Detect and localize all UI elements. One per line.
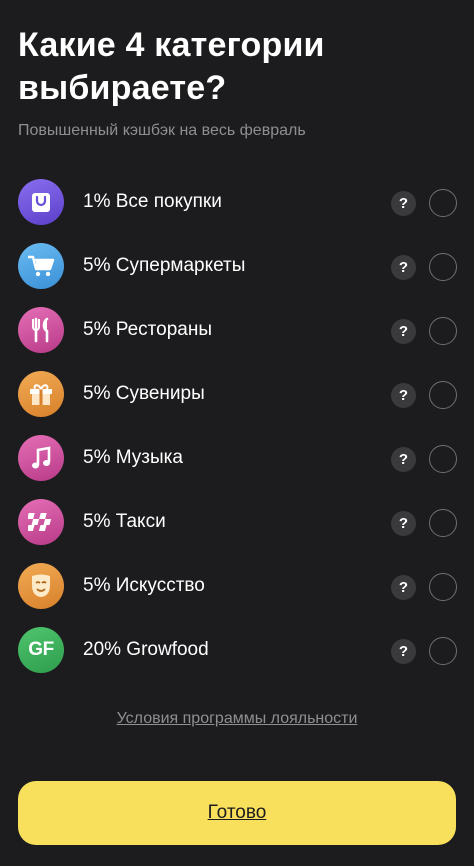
select-radio[interactable] xyxy=(429,253,457,281)
category-row-souvenirs[interactable]: 5% Сувениры ? xyxy=(0,362,474,426)
category-row-growfood[interactable]: GF 20% Growfood ? xyxy=(0,618,474,682)
help-button[interactable]: ? xyxy=(391,575,416,600)
category-label: 5% Музыка xyxy=(83,447,183,468)
select-radio[interactable] xyxy=(429,445,457,473)
category-label: 1% Все покупки xyxy=(83,191,222,212)
cart-icon xyxy=(18,243,64,289)
category-row-all-purchases[interactable]: 1% Все покупки ? xyxy=(0,170,474,234)
page-title: Какие 4 категории выбираете? xyxy=(18,26,325,107)
category-selection-screen: Какие 4 категории выбираете? Повышенный … xyxy=(0,0,474,866)
category-row-art[interactable]: 5% Искусство ? xyxy=(0,554,474,618)
select-radio[interactable] xyxy=(429,189,457,217)
help-button[interactable]: ? xyxy=(391,255,416,280)
category-list: 1% Все покупки ? 5% Супермаркеты ? 5% Ре… xyxy=(0,170,474,682)
category-label: 5% Сувениры xyxy=(83,383,205,404)
growfood-logo-text: GF xyxy=(28,639,54,660)
growfood-logo-icon: GF xyxy=(18,627,64,673)
category-row-taxi[interactable]: 5% Такси ? xyxy=(0,490,474,554)
taxi-checker-icon xyxy=(18,499,64,545)
done-button[interactable]: Готово xyxy=(18,781,456,845)
done-button-label: Готово xyxy=(207,802,267,823)
help-button[interactable]: ? xyxy=(391,191,416,216)
select-radio[interactable] xyxy=(429,381,457,409)
theater-mask-icon xyxy=(18,563,64,609)
category-row-music[interactable]: 5% Музыка ? xyxy=(0,426,474,490)
category-label: 20% Growfood xyxy=(83,639,209,660)
help-button[interactable]: ? xyxy=(391,383,416,408)
gift-icon xyxy=(18,371,64,417)
help-button[interactable]: ? xyxy=(391,639,416,664)
category-label: 5% Рестораны xyxy=(83,319,212,340)
help-button[interactable]: ? xyxy=(391,319,416,344)
fork-knife-icon xyxy=(18,307,64,353)
category-label: 5% Супермаркеты xyxy=(83,255,246,276)
category-row-restaurants[interactable]: 5% Рестораны ? xyxy=(0,298,474,362)
shopping-bag-icon xyxy=(18,179,64,225)
page-subtitle: Повышенный кэшбэк на весь февраль xyxy=(18,122,306,139)
category-label: 5% Такси xyxy=(83,511,166,532)
loyalty-terms-link[interactable]: Условия программы лояльности xyxy=(0,710,474,728)
select-radio[interactable] xyxy=(429,573,457,601)
category-row-supermarkets[interactable]: 5% Супермаркеты ? xyxy=(0,234,474,298)
select-radio[interactable] xyxy=(429,637,457,665)
help-button[interactable]: ? xyxy=(391,511,416,536)
select-radio[interactable] xyxy=(429,509,457,537)
select-radio[interactable] xyxy=(429,317,457,345)
help-button[interactable]: ? xyxy=(391,447,416,472)
music-note-icon xyxy=(18,435,64,481)
category-label: 5% Искусство xyxy=(83,575,205,596)
